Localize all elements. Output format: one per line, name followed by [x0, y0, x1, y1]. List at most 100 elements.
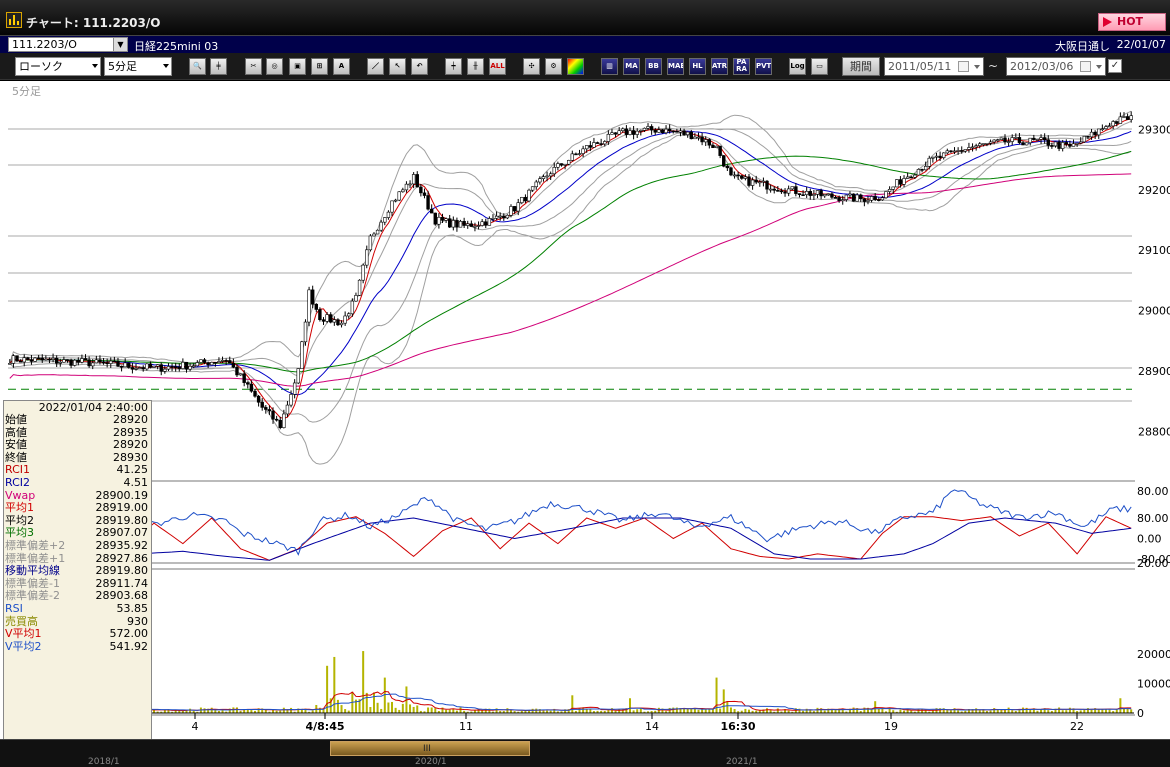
data-row-label: V平均1 [5, 627, 42, 641]
candle-body [422, 192, 427, 196]
candle-body [397, 191, 401, 201]
pvt-button[interactable]: PVT [755, 58, 772, 75]
volume-bar [719, 708, 722, 713]
chevron-down-icon[interactable] [974, 65, 980, 69]
symbol-code-select[interactable]: 111.2203/O ▼ [8, 37, 128, 52]
candle-body [996, 139, 1000, 142]
volume-bar [830, 709, 833, 713]
candle-body [786, 188, 791, 194]
candle-body [54, 357, 59, 364]
chevron-down-icon[interactable]: ▼ [113, 38, 127, 51]
bb-button[interactable]: BB [645, 58, 662, 75]
date-from-field[interactable]: 2011/05/11 [884, 57, 984, 76]
detail-icon[interactable]: ▣ [289, 58, 306, 75]
gear-icon[interactable]: ⚙ [545, 58, 562, 75]
line-draw-icon[interactable]: ◎ [266, 58, 283, 75]
candle-body [15, 355, 19, 362]
candle-body [390, 200, 394, 213]
date-to-field[interactable]: 2012/03/06 [1006, 57, 1106, 76]
scroll-year-label: 2018/1 [88, 757, 120, 767]
average-icon[interactable]: ╫ [467, 58, 484, 75]
candle-body [559, 163, 564, 166]
volume-icon[interactable]: ▥ [601, 58, 618, 75]
candle-body [657, 129, 661, 133]
hide-icon[interactable]: ✂ [245, 58, 262, 75]
puzzle-icon[interactable]: ✣ [523, 58, 540, 75]
candle-body [530, 186, 535, 191]
session-label: 大阪日通し [1055, 40, 1110, 53]
compare-icon[interactable]: ╪ [210, 58, 227, 75]
candle-body [411, 174, 416, 185]
volume-bar [733, 709, 736, 713]
candle-body [736, 174, 740, 177]
candle-body [199, 359, 203, 363]
log-button[interactable]: Log [789, 58, 806, 75]
window-title-bar: チャート: 111.2203/O HOT [0, 0, 1170, 36]
scroll-year-label: 2020/1 [415, 757, 447, 767]
candle-body [592, 142, 596, 148]
ma-button[interactable]: MA [623, 58, 640, 75]
candle-body [368, 235, 373, 251]
candle-body [808, 191, 812, 196]
pointer-icon[interactable]: ↖ [389, 58, 406, 75]
para-button[interactable]: PA RA [733, 58, 750, 75]
candle-body [635, 130, 639, 135]
volume-bar [628, 698, 631, 713]
candle-body [451, 220, 456, 228]
candle-body [65, 359, 70, 361]
color-icon[interactable] [567, 58, 584, 75]
date-range-checkbox[interactable]: ✓ [1108, 59, 1122, 73]
line-tool-icon[interactable]: ／ [367, 58, 384, 75]
volume-bar [434, 708, 437, 713]
data-row-value: 4.51 [123, 475, 149, 489]
candle-body [11, 355, 16, 364]
candle-body [999, 137, 1004, 141]
interval-select[interactable]: 5分足 [104, 57, 172, 76]
candle-body [274, 418, 279, 421]
candle-body [271, 410, 275, 420]
candle-body [794, 186, 798, 194]
hot-button[interactable]: HOT [1098, 13, 1166, 31]
candle-body [206, 362, 210, 366]
undo-icon[interactable]: ↶ [411, 58, 428, 75]
all-button[interactable]: ALL [489, 58, 506, 75]
time-axis-label: 4/8:45 [305, 720, 344, 733]
candle-body [873, 196, 877, 200]
candle-body [393, 199, 398, 202]
chevron-down-icon[interactable] [1096, 65, 1102, 69]
volume-bar [336, 699, 339, 713]
hl-button[interactable]: HL [689, 58, 706, 75]
zoom-icon[interactable]: 🔍 [189, 58, 206, 75]
volume-bar [372, 692, 375, 713]
chart-type-select[interactable]: ローソク [15, 57, 101, 76]
text-tool-icon[interactable]: A [333, 58, 350, 75]
scroll-thumb[interactable]: III [330, 741, 530, 756]
time-scrollbar[interactable]: III 2018/1 2020/1 2021/1 [0, 739, 1170, 767]
candle-body [837, 197, 841, 202]
candle-body [267, 409, 272, 412]
candle-body [217, 361, 221, 364]
calendar-icon[interactable] [1080, 61, 1091, 72]
mae-button[interactable]: MAE [667, 58, 684, 75]
candle-body [191, 365, 196, 368]
candle-pattern-icon[interactable]: ⊞ [311, 58, 328, 75]
candle-body [152, 365, 156, 368]
candle-body [801, 194, 805, 196]
volume-bar [401, 703, 404, 713]
window-icon[interactable]: ▭ [811, 58, 828, 75]
calendar-icon[interactable] [958, 61, 969, 72]
candle-body [819, 190, 823, 197]
candle-body [321, 319, 326, 322]
candle-body [523, 197, 528, 202]
candle-body [473, 225, 477, 228]
ohlc-icon[interactable]: ┿ [445, 58, 462, 75]
candle-body [119, 365, 124, 368]
chart-canvas[interactable]: 29300292002910029000289002880080.000.00-… [0, 81, 1170, 739]
volume-bar [535, 708, 538, 713]
candle-body [693, 136, 697, 140]
chart-area[interactable]: 29300 29200 29100 29000 28900 28800 80.00 0.00-… [0, 81, 1170, 767]
volume-bar [1058, 707, 1061, 713]
period-button[interactable]: 期間 [842, 57, 880, 76]
scroll-grip-icon: III [423, 744, 431, 754]
atr-button[interactable]: ATR [711, 58, 728, 75]
